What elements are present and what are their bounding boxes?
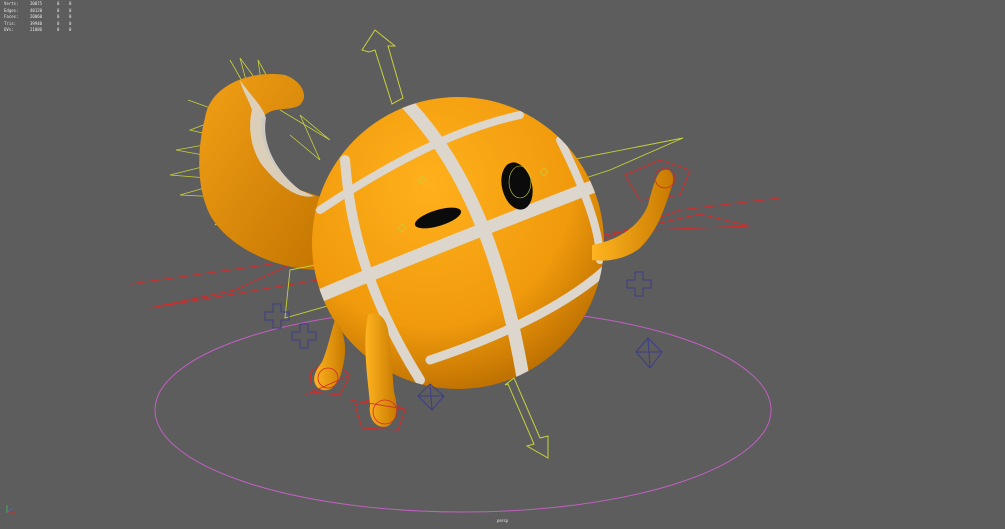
heads-up-display: Verts: 20075 0 0 Edges: 40120 0 0 Faces:…	[4, 1, 81, 34]
move-arrow-top[interactable]	[361, 29, 404, 105]
hud-row-uvs: UVs: 21086 0 0	[4, 27, 72, 32]
camera-name-label: persp	[496, 518, 509, 523]
move-arrow-bottom[interactable]	[504, 377, 549, 459]
3d-viewport[interactable]	[0, 0, 1005, 525]
leg-left-mesh[interactable]	[314, 320, 346, 391]
right-arm-mesh[interactable]	[592, 169, 674, 261]
viewport-scene[interactable]	[0, 0, 1005, 525]
body-mesh[interactable]	[310, 97, 610, 390]
tail-mesh[interactable]	[199, 74, 330, 270]
axis-gizmo-icon	[5, 500, 17, 519]
